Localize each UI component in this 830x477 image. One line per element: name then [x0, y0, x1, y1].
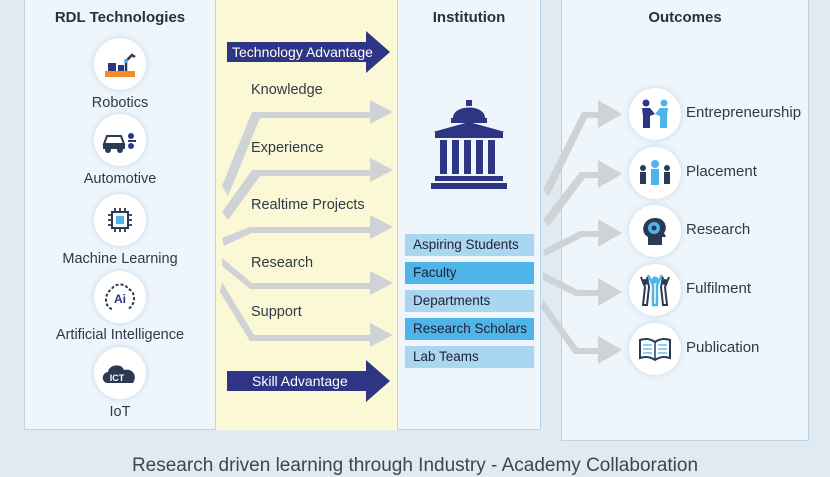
svg-text:ICT: ICT — [110, 373, 125, 383]
institution-building-icon — [431, 100, 507, 195]
tech-label-robotics: Robotics — [91, 95, 149, 111]
outcome-label-publication: Publication — [686, 339, 760, 356]
entrepreneurship-arrow — [543, 100, 622, 196]
head-gear-icon — [629, 205, 681, 257]
fulfilment-arrow — [543, 272, 622, 306]
outcome-label-research: Research — [686, 221, 751, 238]
tech-label-machine-learning: Machine Learning — [62, 251, 178, 267]
institution-item-departments: Departments — [405, 290, 534, 312]
svg-text:Ai: Ai — [114, 292, 126, 306]
chip-icon — [94, 194, 146, 246]
outcome-label-entrepreneurship: Entrepreneurship — [686, 104, 802, 121]
handshake-icon — [629, 88, 681, 140]
tech-label-automotive: Automotive — [83, 171, 157, 187]
outcome-label-placement: Placement — [686, 163, 757, 180]
technology-advantage-label: Technology Advantage — [232, 44, 373, 60]
outcome-label-fulfilment: Fulfilment — [686, 280, 752, 297]
car-icon — [94, 114, 146, 166]
ai-brain-icon: Ai — [94, 271, 146, 323]
flow-label-experience: Experience — [251, 140, 324, 156]
team-icon — [629, 147, 681, 199]
institution-item-lab-teams: Lab Teams — [405, 346, 534, 368]
flow-label-knowledge: Knowledge — [251, 82, 323, 98]
realtime-projects-arrow — [222, 215, 393, 246]
bottom-caption: Research driven learning through Industr… — [131, 455, 699, 476]
celebrate-icon — [629, 264, 681, 316]
publication-arrow — [541, 300, 622, 364]
ict-cloud-icon: ICT — [94, 347, 146, 399]
flow-label-support: Support — [251, 304, 302, 320]
flow-label-realtime-projects: Realtime Projects — [251, 197, 365, 213]
institution-item-faculty: Faculty — [405, 262, 534, 284]
tech-label-artificial-intelligence: Artificial Intelligence — [55, 327, 185, 343]
flow-label-research: Research — [251, 255, 314, 271]
tech-label-iot: IoT — [109, 404, 131, 420]
book-icon — [629, 323, 681, 375]
support-arrow — [220, 282, 393, 347]
institution-item-aspiring-students: Aspiring Students — [405, 234, 534, 256]
outcome-arrows — [541, 100, 622, 364]
institution-item-research-scholars: Research Scholars — [405, 318, 534, 340]
robot-arm-icon — [94, 38, 146, 90]
skill-advantage-label: Skill Advantage — [252, 373, 348, 389]
research-outcome-arrow — [543, 219, 622, 256]
